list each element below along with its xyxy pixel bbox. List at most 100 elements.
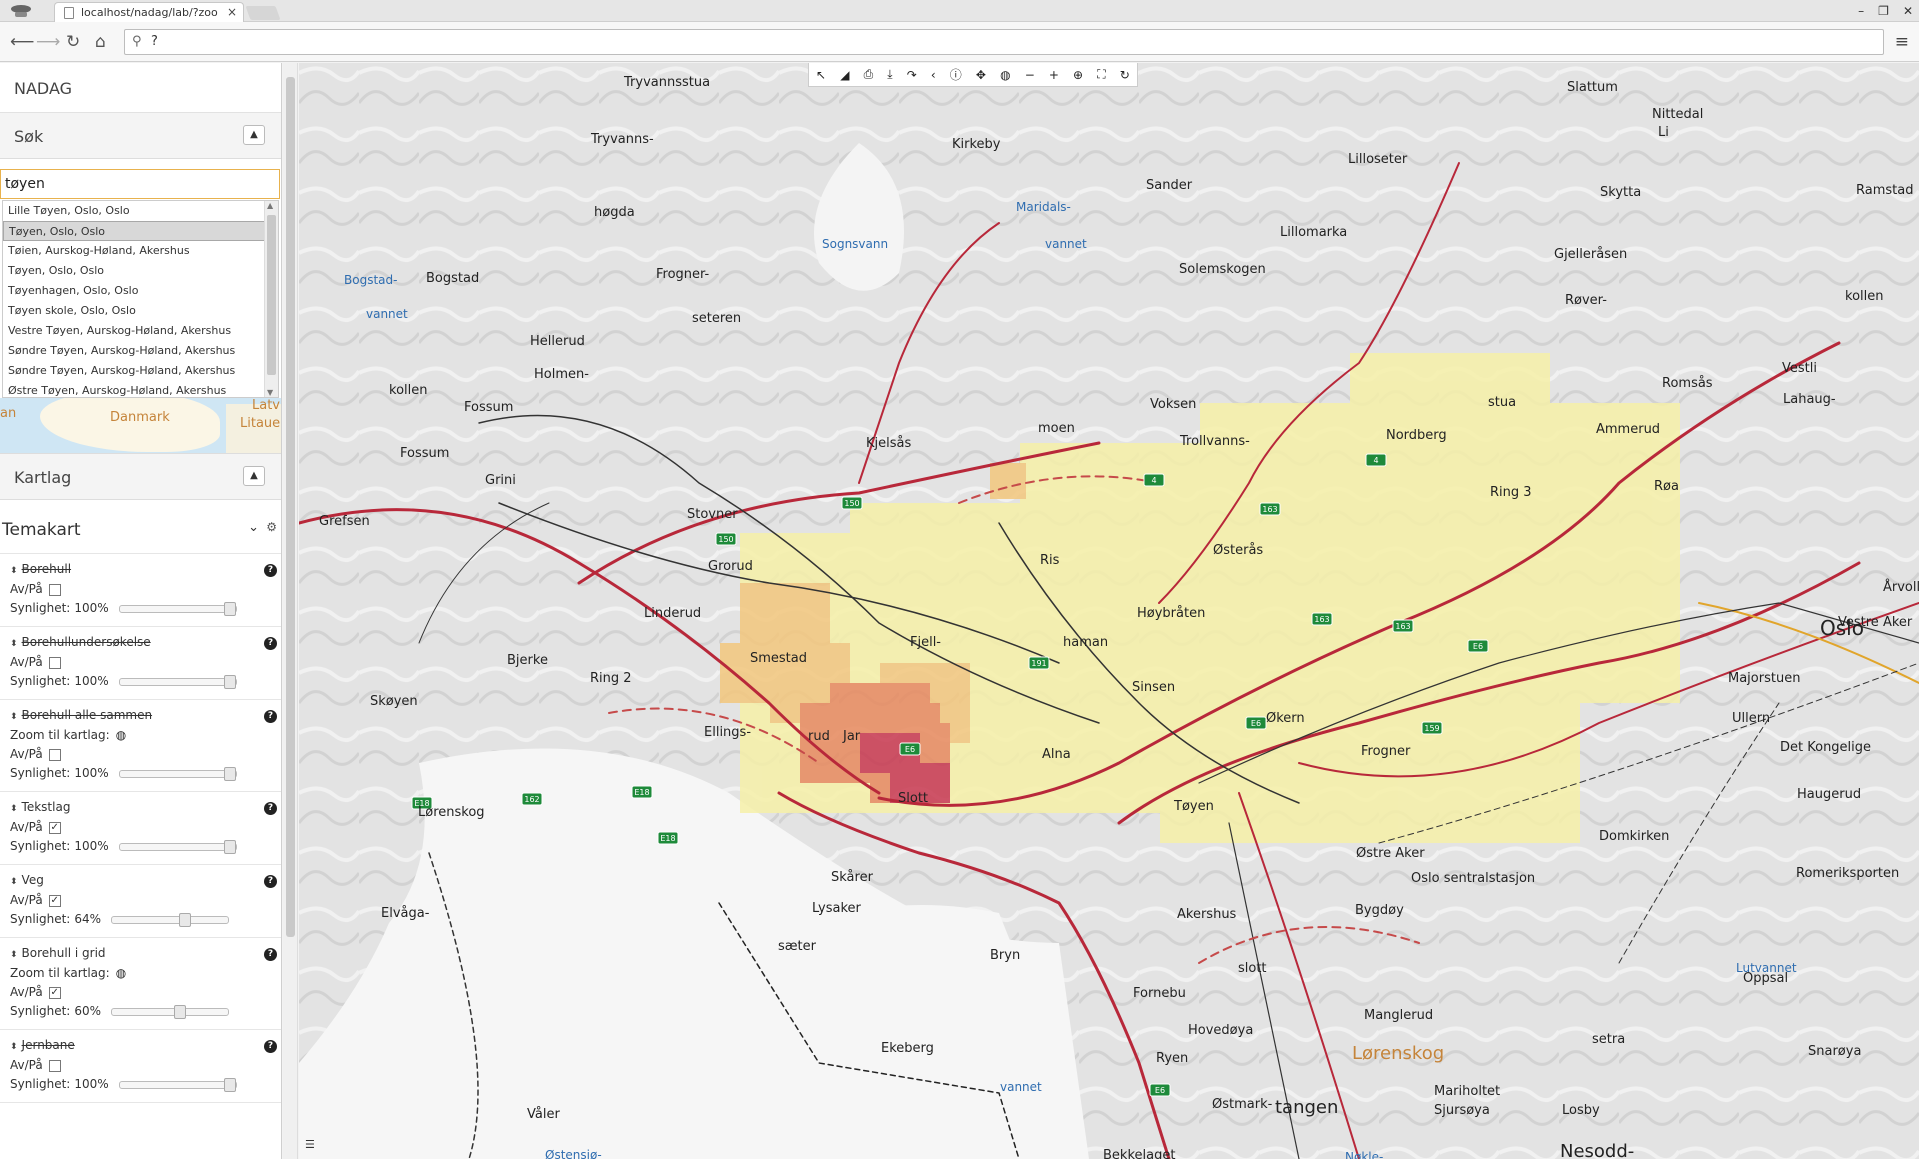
opacity-slider[interactable] [111,912,230,927]
redo-icon[interactable]: ↷ [907,68,917,82]
slider-handle[interactable] [223,674,236,689]
sort-icon[interactable]: ⬍ [10,804,18,814]
browser-menu-icon[interactable]: ≡ [1895,32,1909,52]
opacity-slider[interactable] [111,1004,230,1019]
suggestion-item[interactable]: Søndre Tøyen, Aurskog-Høland, Akershus [3,361,278,381]
globe-icon[interactable]: ◍ [1000,68,1010,82]
reload-icon[interactable]: ↻ [66,32,80,52]
layer-toggle-checkbox[interactable] [48,748,61,761]
help-icon[interactable]: ? [264,637,277,650]
layers-panel-header[interactable]: Kartlag ▲ [0,454,281,500]
tab-close-icon[interactable]: × [227,5,237,19]
help-icon[interactable]: ? [264,948,277,961]
help-icon[interactable]: ? [264,875,277,888]
map-canvas[interactable]: 150 150 4 4 163 163 163 E6 E6 E6 191 162 E18 E18 E18 15… [299,63,1919,1159]
rotate-icon[interactable]: ↻ [1120,68,1130,82]
restore-button[interactable]: ❐ [1878,4,1889,18]
help-icon[interactable]: ? [264,1040,277,1053]
zoom-out-icon[interactable]: − [1025,68,1035,82]
browser-user-icon[interactable] [6,2,36,20]
suggestion-item[interactable]: Tøyenhagen, Oslo, Oslo [3,281,278,301]
close-window-button[interactable]: ✕ [1903,4,1913,18]
print-icon[interactable]: ⎙ [864,67,874,82]
scroll-down-icon[interactable]: ▼ [267,388,273,397]
sort-icon[interactable]: ⬍ [10,712,18,722]
slider-handle[interactable] [223,766,236,781]
sort-icon[interactable]: ⬍ [10,566,18,576]
sort-icon[interactable]: ⬍ [10,950,18,960]
layer-toggle-checkbox[interactable] [48,1059,61,1072]
scroll-up-icon[interactable]: ▲ [267,201,273,210]
zoom-box-icon[interactable]: ⊕ [1073,68,1083,82]
search-panel-header[interactable]: Søk ▲ [0,113,281,159]
suggestion-item[interactable]: Tøyen, Oslo, Oslo [3,261,278,281]
layer-name[interactable]: ⬍ Tekstlag [10,800,281,818]
overview-map[interactable]: an Danmark Latv Litaue [0,398,281,454]
scrollbar-thumb[interactable] [267,215,276,375]
opacity-slider[interactable] [118,1077,237,1092]
pan-icon[interactable]: ✥ [976,68,986,82]
layer-toggle-checkbox[interactable] [48,656,61,669]
layer-toggle-checkbox[interactable]: ✓ [48,894,61,907]
opacity-slider[interactable] [118,601,237,616]
search-suggestions-list[interactable]: Lille Tøyen, Oslo, Oslo Tøyen, Oslo, Oslo… [2,200,279,398]
select-arrow-icon[interactable]: ↖ [816,68,826,82]
suggestion-item[interactable]: Søndre Tøyen, Aurskog-Høland, Akershus [3,341,278,361]
layer-name[interactable]: ⬍ Jernbane [10,1038,281,1056]
suggestion-item[interactable]: Tøyen skole, Oslo, Oslo [3,301,278,321]
svg-text:150: 150 [718,535,733,544]
suggestion-item[interactable]: Østre Tøyen, Aurskog-Høland, Akershus [3,381,278,397]
layer-name[interactable]: ⬍ Borehullundersøkelse [10,635,281,653]
new-tab-button[interactable] [245,6,281,20]
opacity-slider[interactable] [118,766,237,781]
layer-toggle-checkbox[interactable]: ✓ [48,986,61,999]
forward-arrow-icon[interactable]: ⟶ [36,32,60,52]
home-icon[interactable]: ⌂ [95,32,106,52]
back-icon[interactable]: ‹ [931,68,936,82]
suggestion-item[interactable]: Lille Tøyen, Oslo, Oslo [3,201,278,221]
slider-handle[interactable] [223,1077,236,1092]
suggestion-item[interactable]: Tøyen, Oslo, Oslo [3,221,278,241]
suggestion-item[interactable]: Vestre Tøyen, Aurskog-Høland, Akershus [3,321,278,341]
layer-toggle-checkbox[interactable]: ✓ [48,821,61,834]
slider-handle[interactable] [174,1004,187,1019]
settings-icon[interactable]: ⚙ [266,520,277,534]
search-input[interactable] [0,169,280,199]
layer-name[interactable]: ⬍ Borehull i grid [10,946,281,964]
collapse-layers-button[interactable]: ▲ [243,466,265,486]
sort-icon[interactable]: ⬍ [10,1042,18,1052]
fullscreen-icon[interactable]: ⛶ [1097,67,1105,82]
zoom-in-icon[interactable]: + [1049,68,1059,82]
collapse-search-button[interactable]: ▲ [243,125,265,145]
layer-name[interactable]: ⬍ Borehull alle sammen [10,708,281,726]
layer-list-icon[interactable]: ☰ [305,1138,315,1151]
scrollbar-thumb[interactable] [286,77,295,937]
help-icon[interactable]: ? [264,710,277,723]
layer-toggle-checkbox[interactable] [48,583,61,596]
sort-icon[interactable]: ⬍ [10,877,18,887]
minimize-button[interactable]: – [1858,4,1864,18]
measure-area-icon[interactable]: ◢ [840,68,849,82]
chevron-down-icon[interactable]: ⌄ [248,520,259,535]
help-icon[interactable]: ? [264,564,277,577]
slider-handle[interactable] [223,839,236,854]
slider-handle[interactable] [179,912,192,927]
suggestions-scrollbar[interactable]: ▲ ▼ [264,201,278,397]
address-bar[interactable]: ⚲ ? [124,29,1884,55]
back-arrow-icon[interactable]: ⟵ [10,32,34,52]
theme-map-header[interactable]: Temakart ⌄ ⚙ [0,500,281,554]
layer-name[interactable]: ⬍ Borehull [10,562,281,580]
help-icon[interactable]: ? [264,802,277,815]
globe-icon[interactable]: ◍ [116,726,126,745]
opacity-slider[interactable] [118,839,237,854]
info-icon[interactable]: ⓘ [950,66,962,83]
suggestion-item[interactable]: Tøien, Aurskog-Høland, Akershus [3,241,278,261]
sidebar-scrollbar[interactable] [283,63,298,1159]
download-icon[interactable]: ⤓ [887,67,892,82]
globe-icon[interactable]: ◍ [116,964,126,983]
browser-tab[interactable]: localhost/nadag/lab/?zoo × [54,2,244,22]
sort-icon[interactable]: ⬍ [10,639,18,649]
layer-name[interactable]: ⬍ Veg [10,873,281,891]
slider-handle[interactable] [223,601,236,616]
opacity-slider[interactable] [118,674,237,689]
